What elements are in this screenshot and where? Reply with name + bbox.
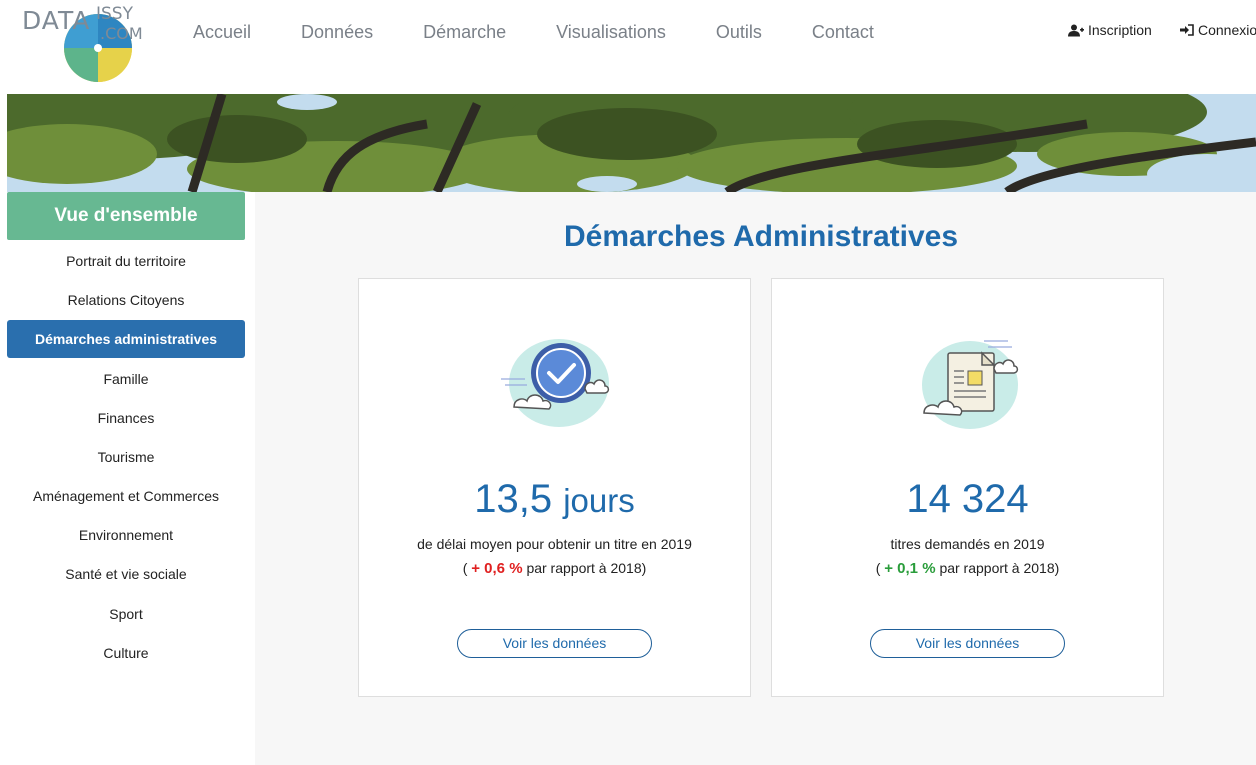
signup-link[interactable]: Inscription — [1068, 22, 1152, 38]
page-title: Démarches Administratives — [563, 220, 959, 253]
nav-item-contact[interactable]: Contact — [812, 20, 874, 44]
stat-number: 13,5 — [474, 477, 553, 521]
stat-card-delai: 13,5 jours de délai moyen pour obtenir u… — [358, 278, 751, 697]
hero-banner-image — [7, 94, 1256, 192]
sidebar-item-sante-et-vie-sociale[interactable]: Santé et vie sociale — [7, 555, 245, 593]
stat-description: de délai moyen pour obtenir un titre en … — [417, 536, 692, 552]
stat-description: titres demandés en 2019 — [890, 536, 1045, 552]
sidebar-item-finances[interactable]: Finances — [7, 399, 245, 437]
nav-item-visualisations[interactable]: Visualisations — [556, 20, 666, 44]
sidebar-item-portrait-du-territoire[interactable]: Portrait du territoire — [7, 242, 245, 280]
nav-item-accueil[interactable]: Accueil — [193, 20, 251, 44]
sidebar-item-sport[interactable]: Sport — [7, 595, 245, 633]
sidebar-item-relations-citoyens[interactable]: Relations Citoyens — [7, 281, 245, 319]
delta-value: + 0,6 % — [471, 560, 523, 577]
delta-suffix: par rapport à 2018) — [939, 560, 1060, 576]
sidebar-item-demarches-administratives[interactable]: Démarches administratives — [7, 320, 245, 358]
delta-open-paren: ( — [875, 560, 881, 576]
delta-open-paren: ( — [462, 560, 468, 576]
document-icon — [922, 340, 1019, 429]
stat-number: 14 324 — [906, 477, 1029, 521]
nav-item-donnees[interactable]: Données — [301, 20, 373, 44]
delta-value: + 0,1 % — [884, 560, 936, 577]
main-nav: Accueil Données Démarche Visualisations … — [193, 20, 924, 44]
main-content: Démarches Administratives 13,5 jours de … — [255, 192, 1256, 765]
stat-delta: ( + 0,6 % par rapport à 2018) — [359, 560, 750, 577]
site-logo[interactable]: DATA ISSY .COM — [22, 6, 146, 82]
tree-canopy-image — [7, 94, 1256, 192]
signup-label: Inscription — [1088, 22, 1152, 38]
sidebar-item-tourisme[interactable]: Tourisme — [7, 438, 245, 476]
logo-text-data: DATA — [22, 6, 91, 35]
delta-suffix: par rapport à 2018) — [526, 560, 647, 576]
stat-value: 13,5 jours — [359, 477, 750, 522]
view-data-button[interactable]: Voir les données — [457, 629, 652, 658]
sidebar: Vue d'ensemble Portrait du territoire Re… — [0, 192, 255, 765]
stat-card-titres: 14 324 titres demandés en 2019 ( + 0,1 %… — [771, 278, 1164, 697]
stat-unit: jours — [563, 482, 635, 519]
login-link[interactable]: Connexio — [1180, 22, 1256, 38]
sidebar-item-famille[interactable]: Famille — [7, 360, 245, 398]
logo-text-issy: ISSY — [96, 4, 133, 24]
user-plus-icon — [1068, 24, 1084, 36]
stat-delta: ( + 0,1 % par rapport à 2018) — [772, 560, 1163, 577]
nav-item-outils[interactable]: Outils — [716, 20, 762, 44]
logo-text-com: .COM — [100, 24, 143, 43]
view-data-button[interactable]: Voir les données — [870, 629, 1065, 658]
nav-item-demarche[interactable]: Démarche — [423, 20, 506, 44]
sidebar-item-environnement[interactable]: Environnement — [7, 516, 245, 554]
check-badge-icon — [501, 339, 610, 427]
login-label: Connexio — [1198, 22, 1256, 38]
overview-button[interactable]: Vue d'ensemble — [7, 192, 245, 240]
stat-value: 14 324 — [772, 477, 1163, 522]
sign-in-icon — [1180, 24, 1194, 36]
sidebar-item-culture[interactable]: Culture — [7, 634, 245, 672]
site-header: DATA ISSY .COM Accueil Données Démarche … — [0, 0, 1256, 94]
sidebar-item-amenagement-et-commerces[interactable]: Aménagement et Commerces — [7, 477, 245, 515]
